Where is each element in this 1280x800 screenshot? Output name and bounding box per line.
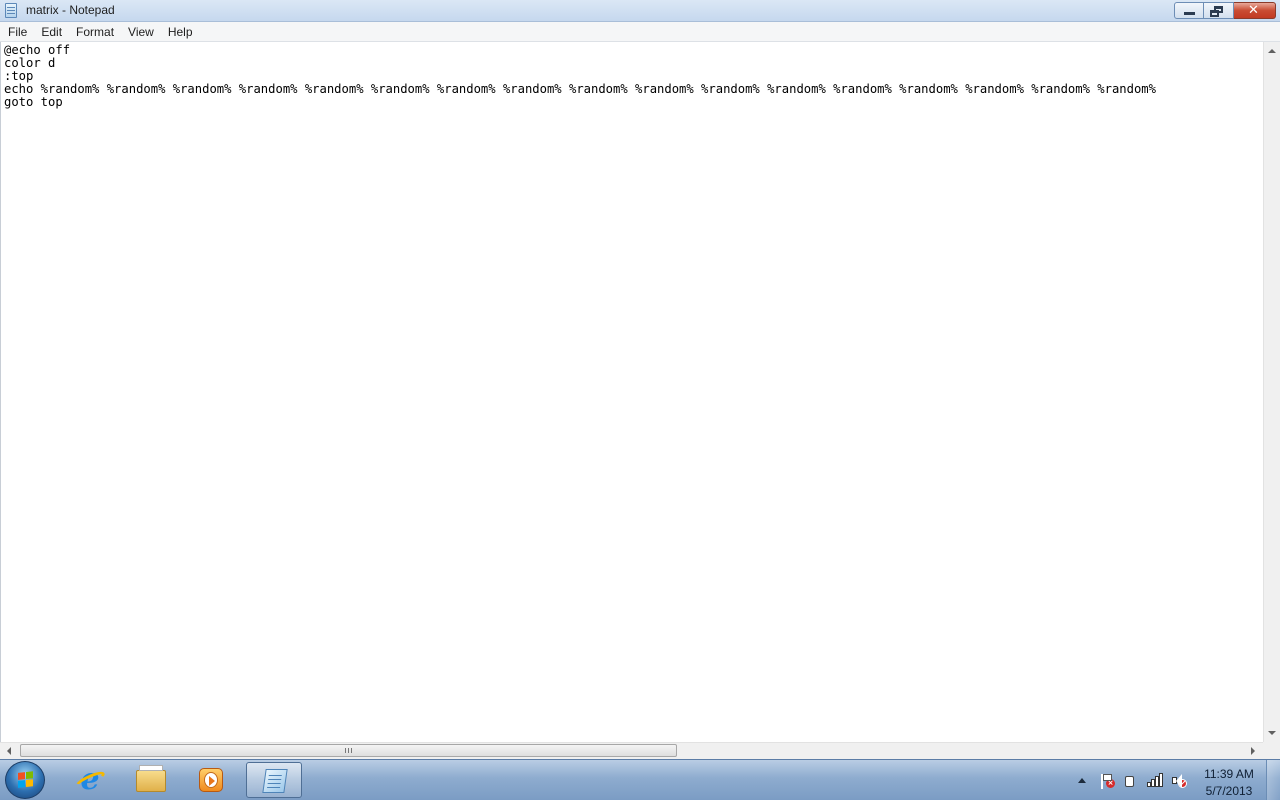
- editor-line: goto top: [4, 95, 63, 109]
- notepad-app-icon[interactable]: [5, 3, 17, 18]
- action-center-flag-icon[interactable]: ×: [1099, 773, 1115, 789]
- error-badge-icon: ×: [1106, 779, 1115, 788]
- taskbar-internet-explorer[interactable]: e: [62, 762, 118, 798]
- taskbar: e × 11:39 AM 5/7/2013: [0, 759, 1280, 800]
- scroll-down-arrow-icon[interactable]: [1268, 731, 1276, 735]
- taskbar-media-player[interactable]: [184, 762, 240, 798]
- system-clock[interactable]: 11:39 AM 5/7/2013: [1198, 766, 1260, 800]
- horizontal-scroll-thumb[interactable]: [20, 744, 677, 757]
- minimize-button[interactable]: [1174, 2, 1204, 19]
- text-editor[interactable]: @echo off color d:top echo %random% %rando…: [0, 42, 1263, 742]
- scroll-up-arrow-icon[interactable]: [1268, 49, 1276, 53]
- menu-help[interactable]: Help: [161, 23, 200, 41]
- clock-date: 5/7/2013: [1205, 784, 1253, 798]
- editor-line: color d: [4, 56, 56, 70]
- media-player-icon: [199, 768, 223, 792]
- scroll-left-arrow-icon[interactable]: [7, 747, 11, 755]
- restore-icon: [1210, 6, 1223, 17]
- menu-edit[interactable]: Edit: [34, 23, 69, 41]
- show-desktop-button[interactable]: [1266, 760, 1280, 800]
- windows-explorer-icon: [136, 765, 166, 792]
- scroll-right-arrow-icon[interactable]: [1251, 747, 1255, 755]
- minimize-icon: [1184, 12, 1195, 15]
- menu-view[interactable]: View: [121, 23, 161, 41]
- mute-badge-icon: [1178, 779, 1187, 788]
- clock-time: 11:39 AM: [1204, 767, 1254, 781]
- close-icon: ✕: [1248, 3, 1259, 18]
- scrollbar-corner: [1263, 742, 1280, 759]
- menu-bar: File Edit Format View Help: [0, 22, 1280, 42]
- window-controls: ✕: [1174, 2, 1276, 19]
- network-signal-icon[interactable]: [1146, 773, 1163, 789]
- editor-content: @echo off color d:top echo %random% %rando…: [1, 42, 1263, 109]
- vertical-scrollbar[interactable]: [1263, 42, 1280, 742]
- start-button[interactable]: [5, 761, 45, 799]
- title-bar[interactable]: matrix - Notepad ✕: [0, 0, 1280, 22]
- desktop-screen: matrix - Notepad ✕ File Edit Format View…: [0, 0, 1280, 800]
- show-hidden-icons-chevron-icon[interactable]: [1078, 778, 1086, 783]
- horizontal-scrollbar[interactable]: [0, 742, 1263, 759]
- notepad-icon: [262, 769, 288, 793]
- volume-muted-icon[interactable]: [1171, 773, 1187, 789]
- window-title: matrix - Notepad: [26, 3, 115, 17]
- taskbar-notepad[interactable]: [246, 762, 302, 798]
- editor-line: @echo off: [4, 43, 71, 57]
- windows-logo-icon: [18, 771, 34, 789]
- restore-button[interactable]: [1204, 2, 1234, 19]
- internet-explorer-icon: e: [76, 765, 104, 795]
- power-icon[interactable]: [1122, 773, 1138, 789]
- close-button[interactable]: ✕: [1234, 2, 1276, 19]
- menu-file[interactable]: File: [1, 23, 34, 41]
- taskbar-windows-explorer[interactable]: [123, 762, 179, 798]
- editor-line: echo %random% %random% %random% %random%…: [4, 82, 1156, 96]
- scroll-grip-icon: [345, 748, 352, 753]
- menu-format[interactable]: Format: [69, 23, 121, 41]
